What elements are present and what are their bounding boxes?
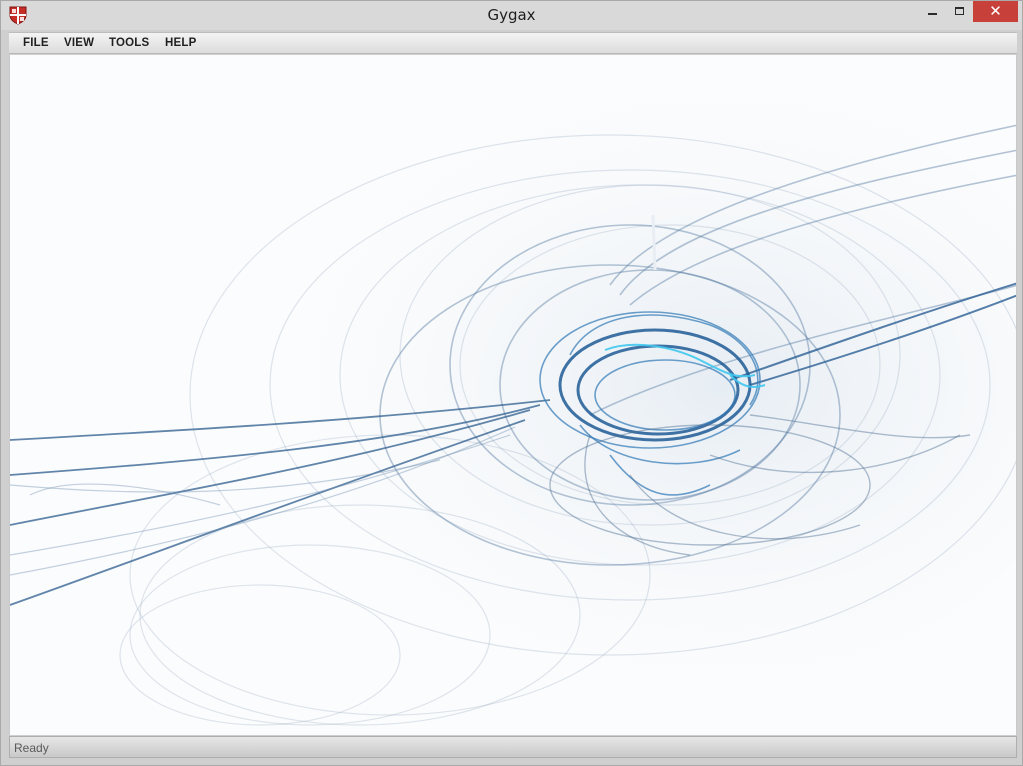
minimize-icon: [928, 13, 937, 15]
status-bar: Ready: [9, 736, 1017, 758]
fractal-flame-image: [10, 55, 1016, 735]
close-icon: ✕: [989, 2, 1002, 20]
title-bar[interactable]: Gygax ✕: [1, 1, 1022, 30]
fractal-canvas[interactable]: [9, 55, 1017, 735]
minimize-button[interactable]: [918, 1, 946, 22]
menu-tools[interactable]: TOOLS: [109, 37, 149, 49]
maximize-button[interactable]: [946, 1, 973, 22]
menu-view[interactable]: VIEW: [64, 37, 94, 49]
menu-help[interactable]: HELP: [165, 37, 196, 49]
maximize-icon: [955, 7, 964, 15]
menu-file[interactable]: FILE: [23, 37, 49, 49]
app-window: Gygax ✕ FILE VIEW TOOLS HELP Ready: [0, 0, 1023, 766]
status-text: Ready: [14, 741, 49, 755]
menu-bar: FILE VIEW TOOLS HELP: [9, 32, 1017, 54]
close-button[interactable]: ✕: [973, 1, 1018, 22]
window-title: Gygax: [487, 6, 536, 24]
